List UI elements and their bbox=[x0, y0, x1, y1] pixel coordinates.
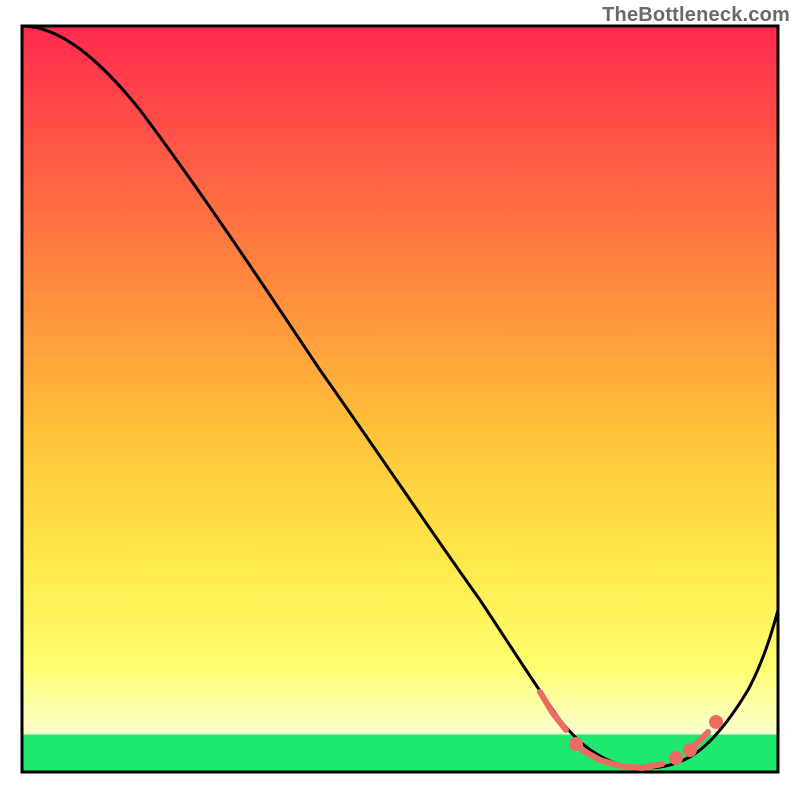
gradient-background bbox=[22, 26, 778, 772]
bottleneck-chart bbox=[0, 0, 800, 800]
plot-area bbox=[22, 26, 778, 772]
chart-container: TheBottleneck.com bbox=[0, 0, 800, 800]
attribution-label: TheBottleneck.com bbox=[602, 4, 790, 27]
